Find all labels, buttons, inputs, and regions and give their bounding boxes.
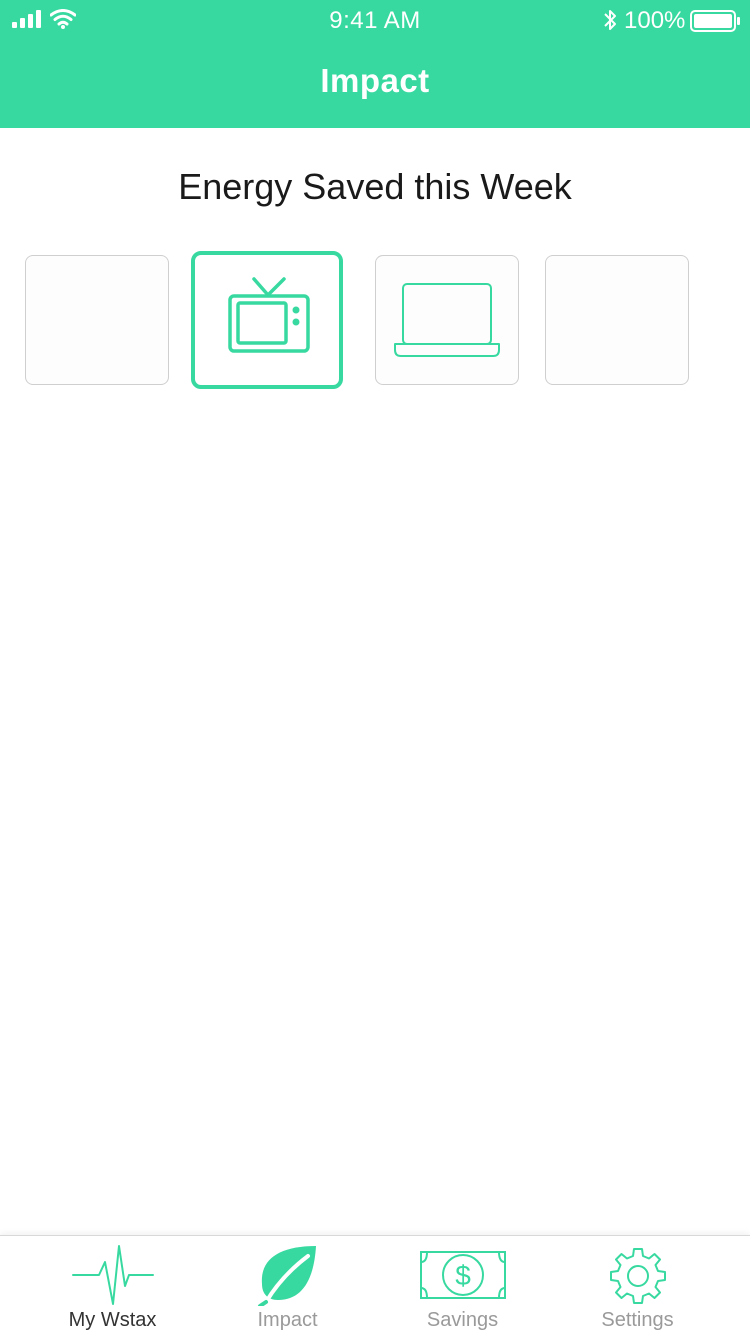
- tab-label: Settings: [601, 1309, 674, 1331]
- dollar-bill-icon: $: [419, 1251, 506, 1299]
- device-tile-tv[interactable]: [191, 251, 343, 389]
- gear-icon: [609, 1248, 666, 1304]
- svg-text:$: $: [455, 1260, 471, 1291]
- tv-icon: [228, 277, 310, 353]
- tab-settings[interactable]: Settings: [550, 1236, 725, 1334]
- tab-bar: My Wstax Impact $ Savings Settings: [0, 1235, 750, 1334]
- device-tile-empty[interactable]: [545, 255, 689, 385]
- device-tile-laptop[interactable]: [375, 255, 519, 385]
- battery-icon: [690, 10, 740, 32]
- tab-label: Impact: [257, 1309, 318, 1331]
- battery-percent: 100%: [624, 7, 686, 34]
- leaf-icon: [257, 1246, 316, 1306]
- tab-impact[interactable]: Impact: [200, 1236, 375, 1334]
- app-header: 9:41 AM 100% Impact: [0, 0, 750, 128]
- tab-label: Savings: [426, 1309, 499, 1331]
- tab-savings[interactable]: $ Savings: [375, 1236, 550, 1334]
- page-title: Impact: [320, 62, 430, 99]
- device-tile-empty[interactable]: [25, 255, 169, 385]
- tab-my-wstax[interactable]: My Wstax: [25, 1236, 200, 1334]
- heartbeat-icon: [71, 1245, 154, 1305]
- laptop-icon: [394, 283, 500, 357]
- tab-label: My Wstax: [68, 1309, 157, 1331]
- status-bar: 9:41 AM 100%: [0, 0, 750, 40]
- bluetooth-icon: [604, 10, 616, 30]
- section-title: Energy Saved this Week: [178, 166, 572, 207]
